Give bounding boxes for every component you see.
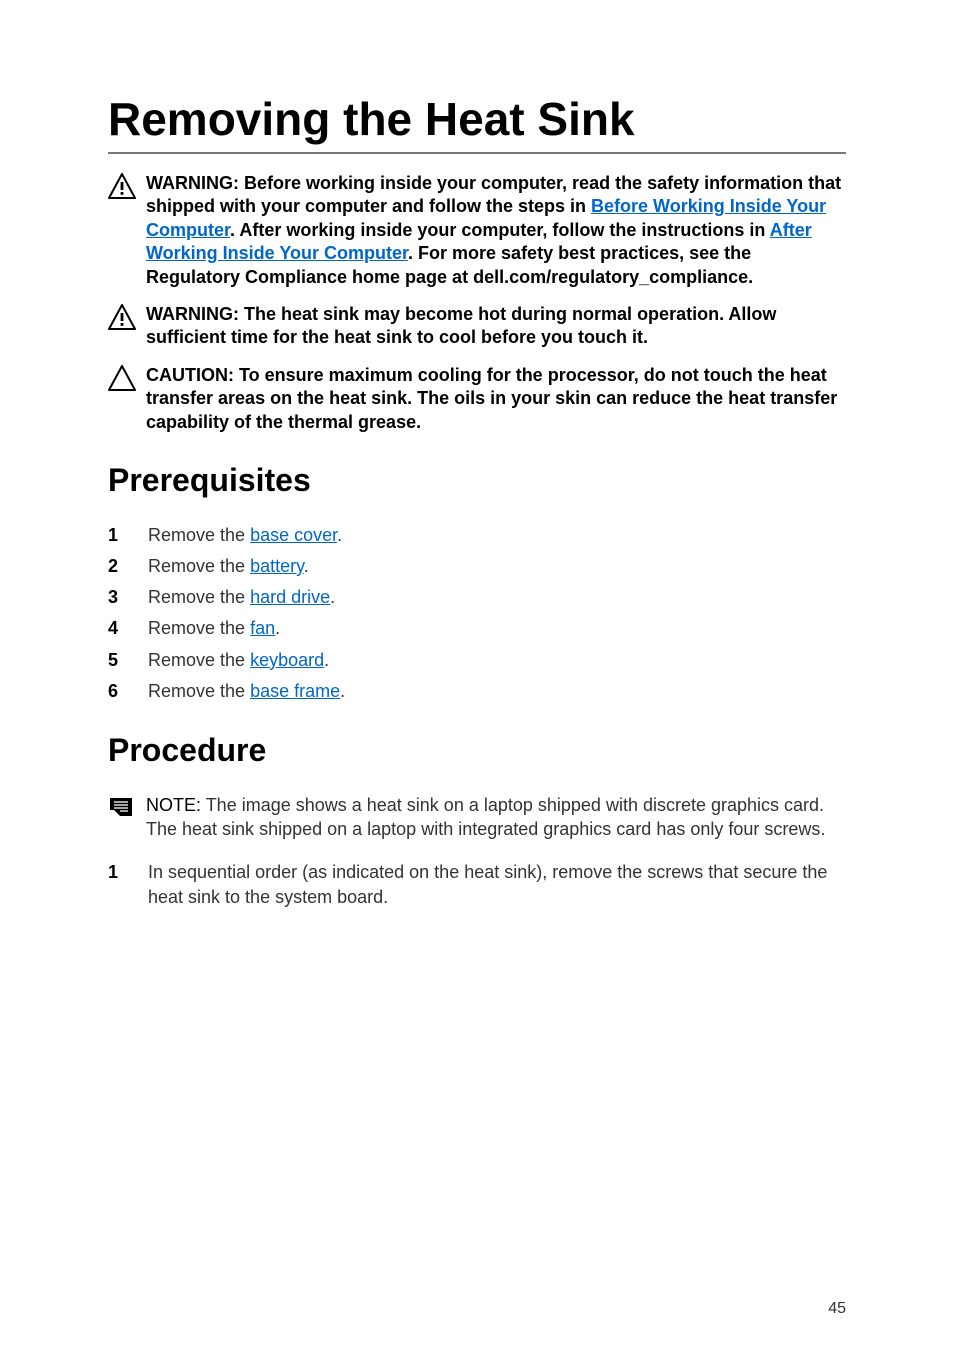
- list-item: 5Remove the keyboard.: [108, 648, 846, 673]
- item-body: Remove the battery.: [148, 554, 846, 579]
- page-title: Removing the Heat Sink: [108, 92, 846, 146]
- list-item: 1Remove the base cover.: [108, 523, 846, 548]
- item-post: .: [340, 681, 345, 701]
- warning-2-text: WARNING: The heat sink may become hot du…: [146, 303, 846, 350]
- item-pre: Remove the: [148, 650, 250, 670]
- warning-1-mid: . After working inside your computer, fo…: [230, 220, 770, 240]
- list-item: 1In sequential order (as indicated on th…: [108, 860, 846, 910]
- item-link[interactable]: battery: [250, 556, 304, 576]
- item-number: 4: [108, 616, 148, 641]
- item-body: Remove the keyboard.: [148, 648, 846, 673]
- procedure-list: 1In sequential order (as indicated on th…: [108, 860, 846, 910]
- note-body: The image shows a heat sink on a laptop …: [146, 795, 825, 839]
- item-number: 6: [108, 679, 148, 704]
- page-container: Removing the Heat Sink WARNING: Before w…: [0, 0, 954, 1366]
- item-pre: Remove the: [148, 525, 250, 545]
- caution-notice: CAUTION: To ensure maximum cooling for t…: [108, 364, 846, 434]
- item-body: Remove the hard drive.: [148, 585, 846, 610]
- item-post: .: [337, 525, 342, 545]
- warning-notice-1: WARNING: Before working inside your comp…: [108, 172, 846, 289]
- warning-notice-2: WARNING: The heat sink may become hot du…: [108, 303, 846, 350]
- procedure-note-text: NOTE: The image shows a heat sink on a l…: [146, 793, 846, 842]
- item-post: .: [324, 650, 329, 670]
- item-pre: Remove the: [148, 618, 250, 638]
- item-body: In sequential order (as indicated on the…: [148, 860, 846, 910]
- item-link[interactable]: base frame: [250, 681, 340, 701]
- item-link[interactable]: hard drive: [250, 587, 330, 607]
- item-number: 1: [108, 860, 148, 885]
- item-number: 2: [108, 554, 148, 579]
- warning-1-text: WARNING: Before working inside your comp…: [146, 172, 846, 289]
- item-post: .: [275, 618, 280, 638]
- item-link[interactable]: base cover: [250, 525, 337, 545]
- list-item: 6Remove the base frame.: [108, 679, 846, 704]
- prerequisites-heading: Prerequisites: [108, 462, 846, 499]
- item-pre: Remove the: [148, 587, 250, 607]
- item-number: 1: [108, 523, 148, 548]
- list-item: 3Remove the hard drive.: [108, 585, 846, 610]
- title-divider: [108, 152, 846, 154]
- note-label: NOTE:: [146, 795, 206, 815]
- item-link[interactable]: keyboard: [250, 650, 324, 670]
- item-number: 3: [108, 585, 148, 610]
- item-pre: Remove the: [148, 681, 250, 701]
- item-link[interactable]: fan: [250, 618, 275, 638]
- warning-icon: [108, 172, 146, 199]
- item-post: .: [304, 556, 309, 576]
- item-post: .: [330, 587, 335, 607]
- procedure-heading: Procedure: [108, 732, 846, 769]
- list-item: 4Remove the fan.: [108, 616, 846, 641]
- page-number: 45: [828, 1300, 846, 1318]
- warning-icon: [108, 303, 146, 330]
- procedure-note: NOTE: The image shows a heat sink on a l…: [108, 793, 846, 842]
- prerequisites-list: 1Remove the base cover.2Remove the batte…: [108, 523, 846, 704]
- list-item: 2Remove the battery.: [108, 554, 846, 579]
- item-body: Remove the base cover.: [148, 523, 846, 548]
- caution-text: CAUTION: To ensure maximum cooling for t…: [146, 364, 846, 434]
- item-body: Remove the base frame.: [148, 679, 846, 704]
- item-body: Remove the fan.: [148, 616, 846, 641]
- note-icon: [108, 793, 146, 818]
- item-pre: Remove the: [148, 556, 250, 576]
- caution-icon: [108, 364, 146, 391]
- item-number: 5: [108, 648, 148, 673]
